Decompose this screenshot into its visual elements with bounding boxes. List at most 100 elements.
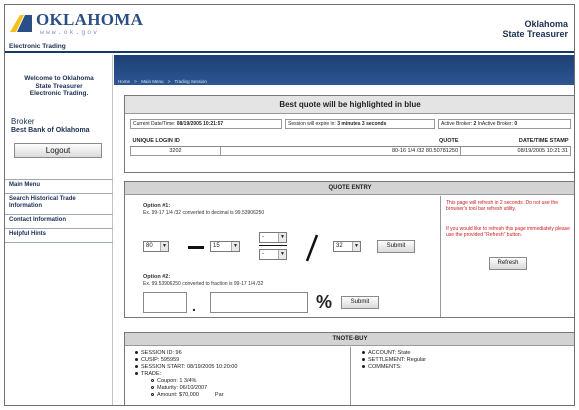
thirty-seconds-value: 15 [213, 243, 220, 249]
quote-cell: 80-16 1/4 /32 80.50781250 [220, 145, 461, 156]
column-header: DATE/TIME STAMP [460, 137, 571, 147]
trade-text: TRADE: [141, 371, 162, 377]
refresh-instructions: If you would like to refresh this page i… [446, 226, 570, 238]
fraction-denominator-select[interactable]: - ▼ [259, 249, 287, 260]
breadcrumb-main-menu[interactable]: Main Menu [141, 79, 163, 84]
option2-description: Ex. 99.53906250 converted to fraction is… [143, 281, 264, 287]
bullet-icon [362, 365, 365, 369]
breadcrumb-trading-session: Trading Session [174, 79, 207, 84]
stamp-cell: 08/19/2005 10:21:31 [460, 145, 571, 156]
login-id-cell: 3202 [130, 145, 221, 156]
sidebar-divider [5, 214, 113, 215]
session-expiry-value: 3 minutes 3 seconds [337, 121, 387, 127]
site-title-line1: Oklahoma [524, 19, 568, 29]
best-quote-title: Best quote will be highlighted in blue [125, 96, 574, 114]
oklahoma-logo[interactable]: OKLAHOMA www.ok.gov [8, 10, 143, 38]
session-expiry-label: Session will expire in: [288, 121, 336, 127]
sidebar-item-helpful-hints[interactable]: Helpful Hints [9, 231, 109, 238]
site-title: Oklahoma State Treasurer [502, 19, 568, 39]
brand-subtitle: Electronic Trading [9, 43, 66, 50]
amount-text: Amount: $70,000 [157, 392, 199, 398]
account-details: ACCOUNT: State SETTLEMENT: Regular COMME… [352, 347, 574, 405]
maturity-text: Maturity: 06/10/2007 [157, 385, 208, 391]
bullet-icon [135, 365, 138, 369]
fraction-numerator-select[interactable]: - ▼ [259, 232, 287, 243]
nav-banner: Home > Main Menu > Trading Session [114, 55, 574, 85]
submit-decimal-button[interactable]: Submit [341, 296, 379, 309]
tnote-buy-panel: TNOTE-BUY SESSION ID: 96 CUSIP: 595959 S… [124, 332, 574, 405]
sidebar-item-search-history[interactable]: Search Historical Trade Information [9, 196, 109, 210]
sidebar-divider [5, 228, 113, 229]
chevron-down-icon: ▼ [231, 242, 239, 251]
breadcrumb-separator: > [167, 79, 171, 84]
bullet-icon [135, 351, 138, 355]
sidebar-divider [5, 242, 113, 243]
sidebar-divider [5, 179, 113, 180]
broker-label: Broker [11, 117, 35, 126]
whole-number-select[interactable]: 80 ▼ [143, 241, 169, 252]
quote-entry-panel: QUOTE ENTRY Option #1: Ex. 99-17 1/4 /32… [124, 181, 574, 318]
welcome-message: Welcome to Oklahoma State Treasurer Elec… [5, 75, 113, 98]
option2-title: Option #2: [143, 274, 171, 280]
refresh-button[interactable]: Refresh [489, 257, 527, 270]
welcome-line: State Treasurer [35, 82, 83, 90]
option1-description: Ex. 99-17 1/4 /32 converted to decimal i… [143, 210, 265, 216]
bullet-icon [362, 351, 365, 355]
thirty-seconds-select[interactable]: 15 ▼ [210, 241, 240, 252]
cusip-text: CUSIP: 595959 [141, 357, 180, 363]
fraction-numerator-value: - [262, 234, 264, 240]
quote-entry-title: QUOTE ENTRY [125, 182, 574, 195]
tnote-buy-title: TNOTE-BUY [125, 333, 574, 346]
site-header: OKLAHOMA www.ok.gov Electronic Trading O… [5, 5, 574, 53]
coupon: Coupon: 1 3/4% [151, 378, 196, 385]
circle-bullet-icon [151, 379, 154, 383]
session-start: SESSION START: 08/19/2005 10:20:00 [135, 364, 237, 371]
sidebar-item-contact[interactable]: Contact Information [9, 217, 109, 224]
fraction-denominator-value: - [262, 251, 264, 257]
quote-table: UNIQUE LOGIN ID QUOTE DATE/TIME STAMP 32… [130, 137, 571, 156]
sidebar-item-main-menu[interactable]: Main Menu [9, 182, 109, 189]
site-title-line2: State Treasurer [502, 29, 568, 39]
quote-entry-form: Option #1: Ex. 99-17 1/4 /32 converted t… [125, 196, 441, 317]
logout-button[interactable]: Logout [14, 143, 102, 158]
breadcrumb-home[interactable]: Home [118, 79, 130, 84]
inactive-broker-label: InActive Broker: [477, 121, 513, 127]
trade: TRADE: [135, 371, 161, 378]
left-sidebar: Welcome to Oklahoma State Treasurer Elec… [5, 55, 113, 405]
whole-number-value: 80 [146, 243, 153, 249]
active-broker-value: 2 [473, 121, 477, 127]
welcome-line: Welcome to Oklahoma [24, 75, 94, 82]
maturity: Maturity: 06/10/2007 [151, 385, 207, 392]
welcome-line: Electronic Trading. [29, 90, 89, 97]
main-content: Home > Main Menu > Trading Session Best … [114, 55, 574, 405]
dash-separator [188, 246, 204, 249]
whole-number-field[interactable] [143, 292, 187, 313]
cusip: CUSIP: 595959 [135, 357, 179, 364]
chevron-down-icon: ▼ [160, 242, 168, 251]
decimal-field[interactable] [210, 292, 308, 313]
logo-wordmark: OKLAHOMA [36, 10, 144, 29]
account: ACCOUNT: State [362, 350, 410, 357]
breadcrumb-separator: > [134, 79, 137, 84]
settlement-text: SETTLEMENT: Regular [368, 357, 427, 363]
percent-sign: % [316, 292, 333, 312]
submit-fraction-button[interactable]: Submit [377, 240, 415, 253]
coupon-text: Coupon: 1 3/4% [157, 378, 197, 384]
denominator-select[interactable]: 32 ▼ [333, 241, 361, 252]
chevron-down-icon: ▼ [278, 233, 286, 242]
logo-url: www.ok.gov [40, 29, 100, 36]
amount-type: Par [214, 392, 224, 398]
table-row: 3202 80-16 1/4 /32 80.50781250 08/19/200… [130, 145, 571, 156]
chevron-down-icon: ▼ [352, 242, 360, 251]
active-broker-label: Active Broker: [441, 121, 473, 127]
broker-status: Active Broker: 2 InActive Broker: 0 [438, 119, 571, 129]
bullet-icon [135, 358, 138, 362]
amount: Amount: $70,000 Par [151, 392, 223, 399]
column-header: UNIQUE LOGIN ID [130, 137, 221, 147]
fraction-bar [259, 245, 287, 246]
refresh-warning: This page will refresh in 2 seconds. Do … [446, 200, 559, 212]
current-datetime-label: Current Date/Time: [133, 121, 176, 127]
settlement: SETTLEMENT: Regular [362, 357, 426, 364]
slash-divider-icon [305, 234, 319, 262]
account-text: ACCOUNT: State [368, 350, 411, 356]
